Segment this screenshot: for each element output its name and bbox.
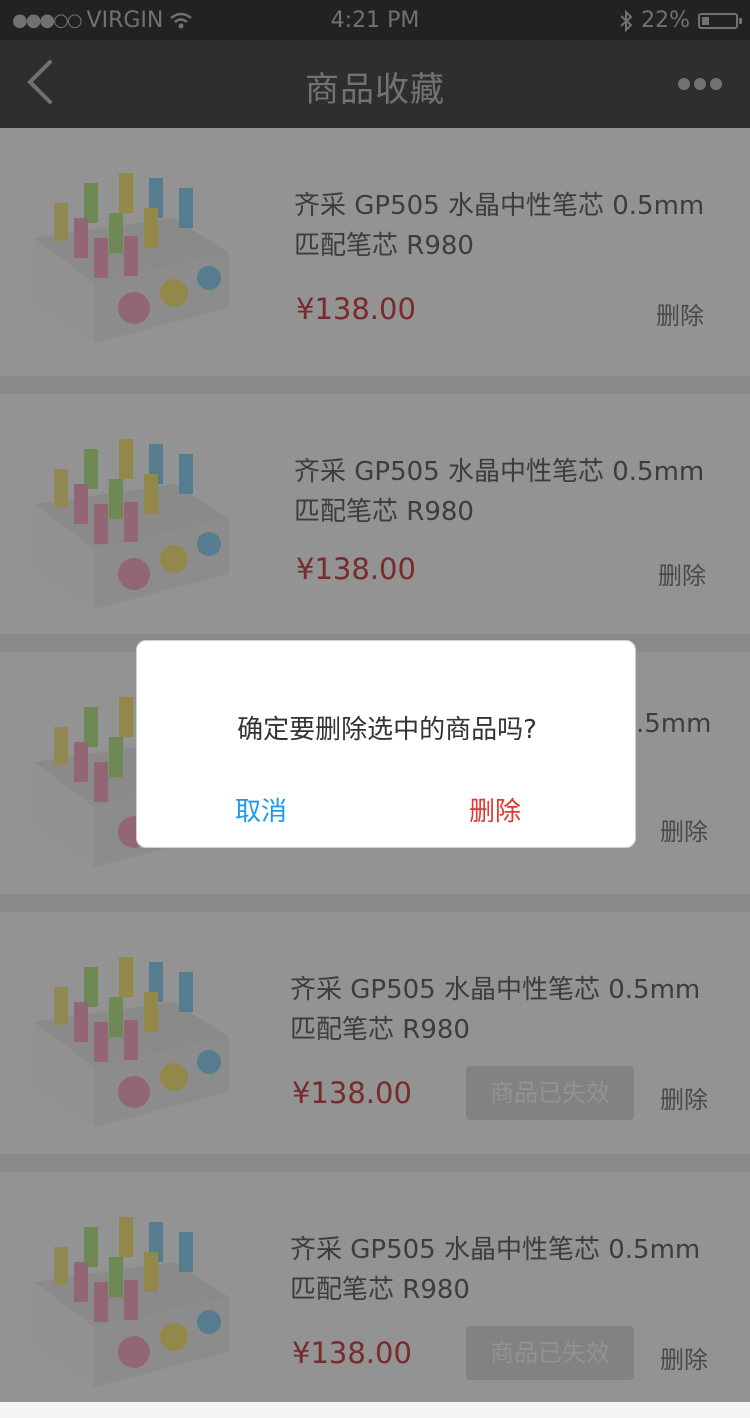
confirm-delete-button[interactable]: 删除 [415,791,575,828]
confirm-delete-dialog: 确定要删除选中的商品吗? 取消 删除 [136,640,636,848]
cancel-button[interactable]: 取消 [181,791,341,828]
dialog-message: 确定要删除选中的商品吗? [237,715,537,745]
